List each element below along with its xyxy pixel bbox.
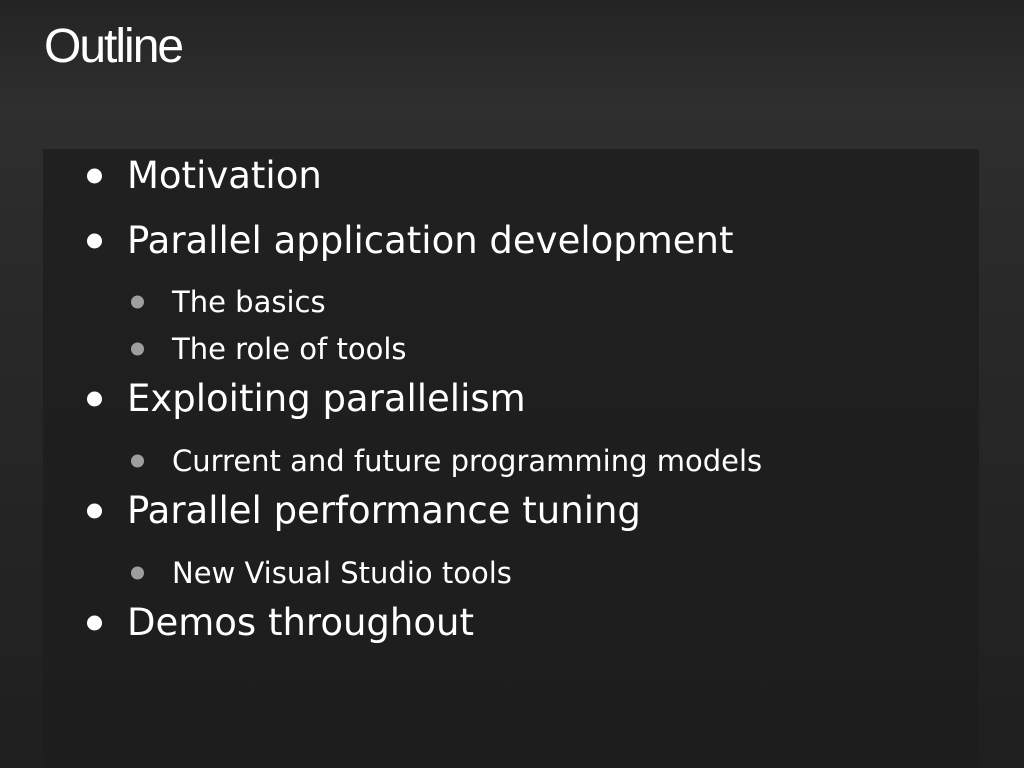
sub-bullet-text: New Visual Studio tools	[172, 556, 512, 590]
bullet-text: Parallel performance tuning	[127, 489, 641, 532]
sub-bullet-text: The basics	[172, 285, 326, 319]
sub-bullet-text: The role of tools	[172, 332, 407, 366]
slide: Outline Motivation Parallel application …	[0, 0, 1024, 768]
bullet-dot-icon	[87, 503, 102, 519]
sub-bullet-dot-icon	[131, 295, 144, 309]
content-box: Motivation Parallel application developm…	[43, 149, 979, 768]
bullet-dot-icon	[87, 391, 102, 407]
bullet-dot-icon	[87, 233, 102, 249]
bullet-text: Motivation	[127, 154, 322, 197]
bullet-text: Parallel application development	[127, 219, 734, 262]
bullet-text: Demos throughout	[127, 601, 474, 644]
bullet-dot-icon	[87, 168, 102, 184]
sub-bullet-dot-icon	[131, 566, 144, 580]
sub-bullet-text: Current and future programming models	[172, 444, 763, 478]
bullet-dot-icon	[87, 615, 102, 631]
slide-title: Outline	[44, 20, 184, 73]
bullet-text: Exploiting parallelism	[127, 377, 526, 420]
sub-bullet-dot-icon	[131, 454, 144, 468]
sub-bullet-dot-icon	[131, 342, 144, 356]
